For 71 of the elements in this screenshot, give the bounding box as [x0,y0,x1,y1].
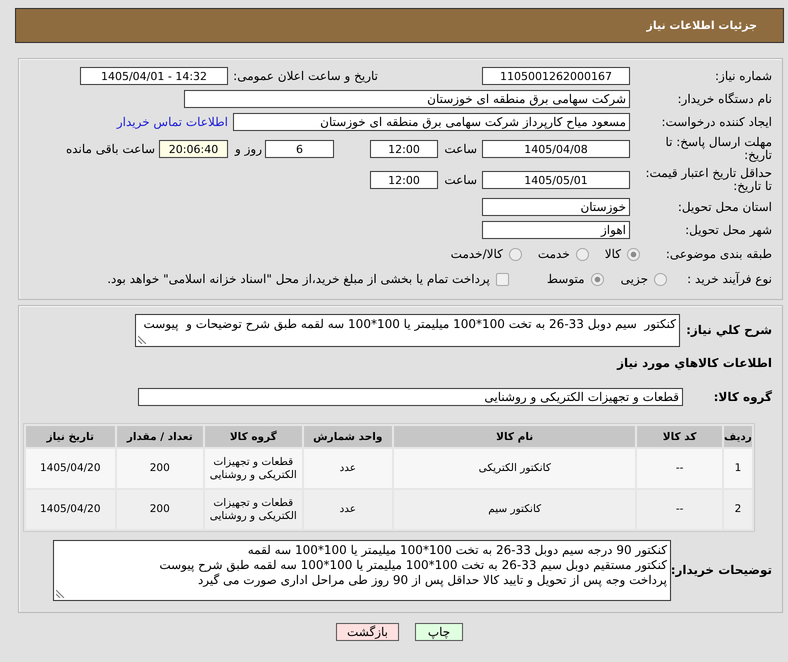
field-label: شرح کلي نياز: [685,324,772,337]
page-title: جزئیات اطلاعات نیاز [646,19,757,32]
deadline-date-field[interactable]: 1405/04/08 [482,140,630,158]
table-cell: قطعات و تجهیزات الکتریکی و روشنایی [205,449,302,488]
column-header: واحد شمارش [304,426,392,447]
buyer-contact-link[interactable]: اطلاعات تماس خریدار [116,115,228,129]
print-button[interactable]: چاپ [415,623,463,641]
column-header: کد کالا [637,426,722,447]
field-label: ایجاد کننده درخواست: [660,116,772,128]
resize-grip-icon[interactable] [138,335,147,344]
validity-time-field[interactable]: 12:00 [370,171,438,189]
radio-button[interactable] [576,248,589,260]
need-number-field[interactable]: 1105001262000167 [482,67,630,85]
checkbox-label[interactable]: پرداخت تمام یا بخشی از مبلغ خرید،از محل "اسناد خزانه اسلامی" خواهد بود. [107,272,490,286]
radio-label[interactable]: کالا/خدمت [450,247,503,261]
checkbox[interactable] [496,272,509,286]
column-header: گروه کالا [205,426,302,447]
field-label: شهر محل تحویل: [684,224,772,236]
table-cell: 1 [724,449,752,488]
column-header: تاریخ نیاز [26,426,115,447]
days-label: روز و [235,142,262,156]
field-label: طبقه بندی موضوعی: [664,248,772,260]
radio-label[interactable]: خدمت [538,247,570,261]
radio-button[interactable] [590,272,604,286]
radio-button[interactable] [627,248,640,260]
validity-date-field[interactable]: 1405/05/01 [482,171,630,189]
table-cell: -- [637,449,722,488]
description-field[interactable]: کنکتور سیم دوبل 33-26 به تخت 100*100 میلیمتر یا 100*100 سه لقمه طبق شرح توضیحات و پیوست [135,314,680,347]
province-field[interactable]: خوزستان [482,198,630,216]
buyer-org-field[interactable]: شرکت سهامی برق منطقه ای خوزستان [184,90,630,108]
field-label: مهلت ارسال پاسخ: تا تاریخ: [664,136,772,162]
table-cell: کانکتور الکتریکی [394,449,636,488]
back-button[interactable]: بازگشت [336,623,399,641]
section-heading: اطلاعات کالاهاي مورد نياز [617,356,772,371]
time-label: ساعت [443,173,477,187]
table-cell: 1405/04/20 [26,490,115,529]
radio-button[interactable] [508,248,522,260]
table-cell: 1405/04/20 [26,449,115,488]
city-field[interactable]: اهواز [482,221,630,239]
table-cell: قطعات و تجهیزات الکتریکی و روشنایی [205,490,302,529]
table-cell: 2 [724,490,752,529]
radio-button[interactable] [654,272,667,286]
field-label: نوع فرآیند خرید : [686,272,772,286]
table-cell: 200 [116,490,204,529]
table-cell: کانکتور سیم [394,490,636,529]
field-label: گروه کالا: [712,390,772,404]
table-cell: 200 [116,449,204,488]
remaining-label: ساعت باقی مانده [66,142,155,156]
announce-date-field[interactable]: 1405/04/01 - 14:32 [80,67,228,85]
column-header: تعداد / مقدار [116,426,204,447]
resize-grip-icon[interactable] [56,589,65,598]
remaining-time-field[interactable]: 20:06:40 [159,140,228,158]
table-cell: -- [637,490,722,529]
field-label: استان محل تحویل: [676,200,772,214]
field-label: تاریخ و ساعت اعلان عمومی: [232,70,378,82]
radio-label[interactable]: جزیی [620,272,648,286]
requester-field[interactable]: مسعود میاح کارپرداز شرکت سهامی برق منطقه ای خوزستان [233,113,630,131]
deadline-time-field[interactable]: 12:00 [370,140,438,158]
field-label: شماره نیاز: [714,70,772,82]
column-header: ردیف [724,426,752,447]
table-cell: عدد [304,490,392,529]
field-label: حداقل تاریخ اعتبار قیمت: تا تاریخ: [644,167,772,193]
buyer-notes-field[interactable]: کنکتور 90 درجه سیم دوبل 33-26 به تخت 100*100 میلیمتر یا 100*100 سه لقمه کنکتور مستقیم دوبل سیم 33-26 به تخت 100*100 میلیمتر یا 100*100 سه لقمه طبق شرح پیوست پرداخت وجه پس از تحویل و تایید کالا حداقل پس از 90 روز طی مراحل اداری صورت می گیرد [53,540,671,601]
field-label: نام دستگاه خریدار: [676,92,772,106]
radio-label[interactable]: کالا [604,247,621,261]
days-field[interactable]: 6 [265,140,334,158]
column-header: نام کالا [394,426,636,447]
goods-group-field[interactable]: قطعات و تجهیزات الکتریکی و روشنایی [138,388,683,406]
radio-label[interactable]: متوسط [546,272,585,286]
table-cell: عدد [304,449,392,488]
time-label: ساعت [443,142,477,156]
